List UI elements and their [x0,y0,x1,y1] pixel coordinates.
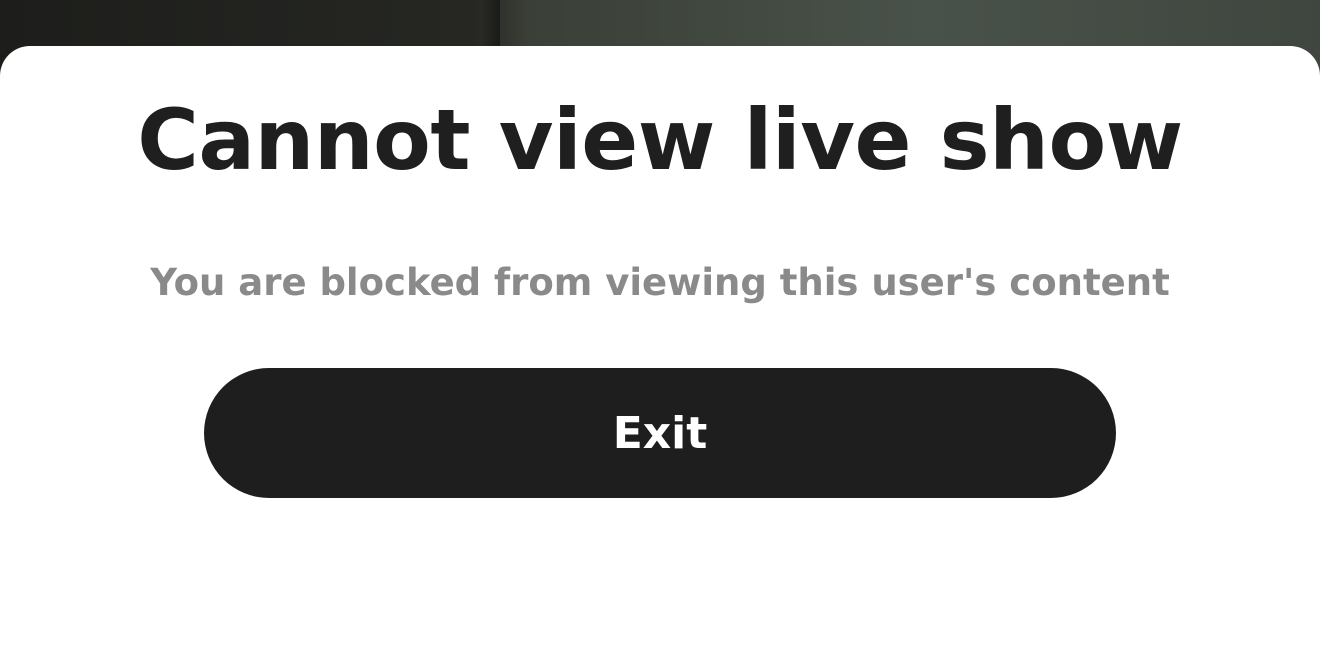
dialog-title: Cannot view live show [137,91,1183,189]
exit-button[interactable]: Exit [204,368,1116,498]
exit-button-label: Exit [612,407,708,459]
dialog-message: You are blocked from viewing this user's… [150,261,1170,304]
